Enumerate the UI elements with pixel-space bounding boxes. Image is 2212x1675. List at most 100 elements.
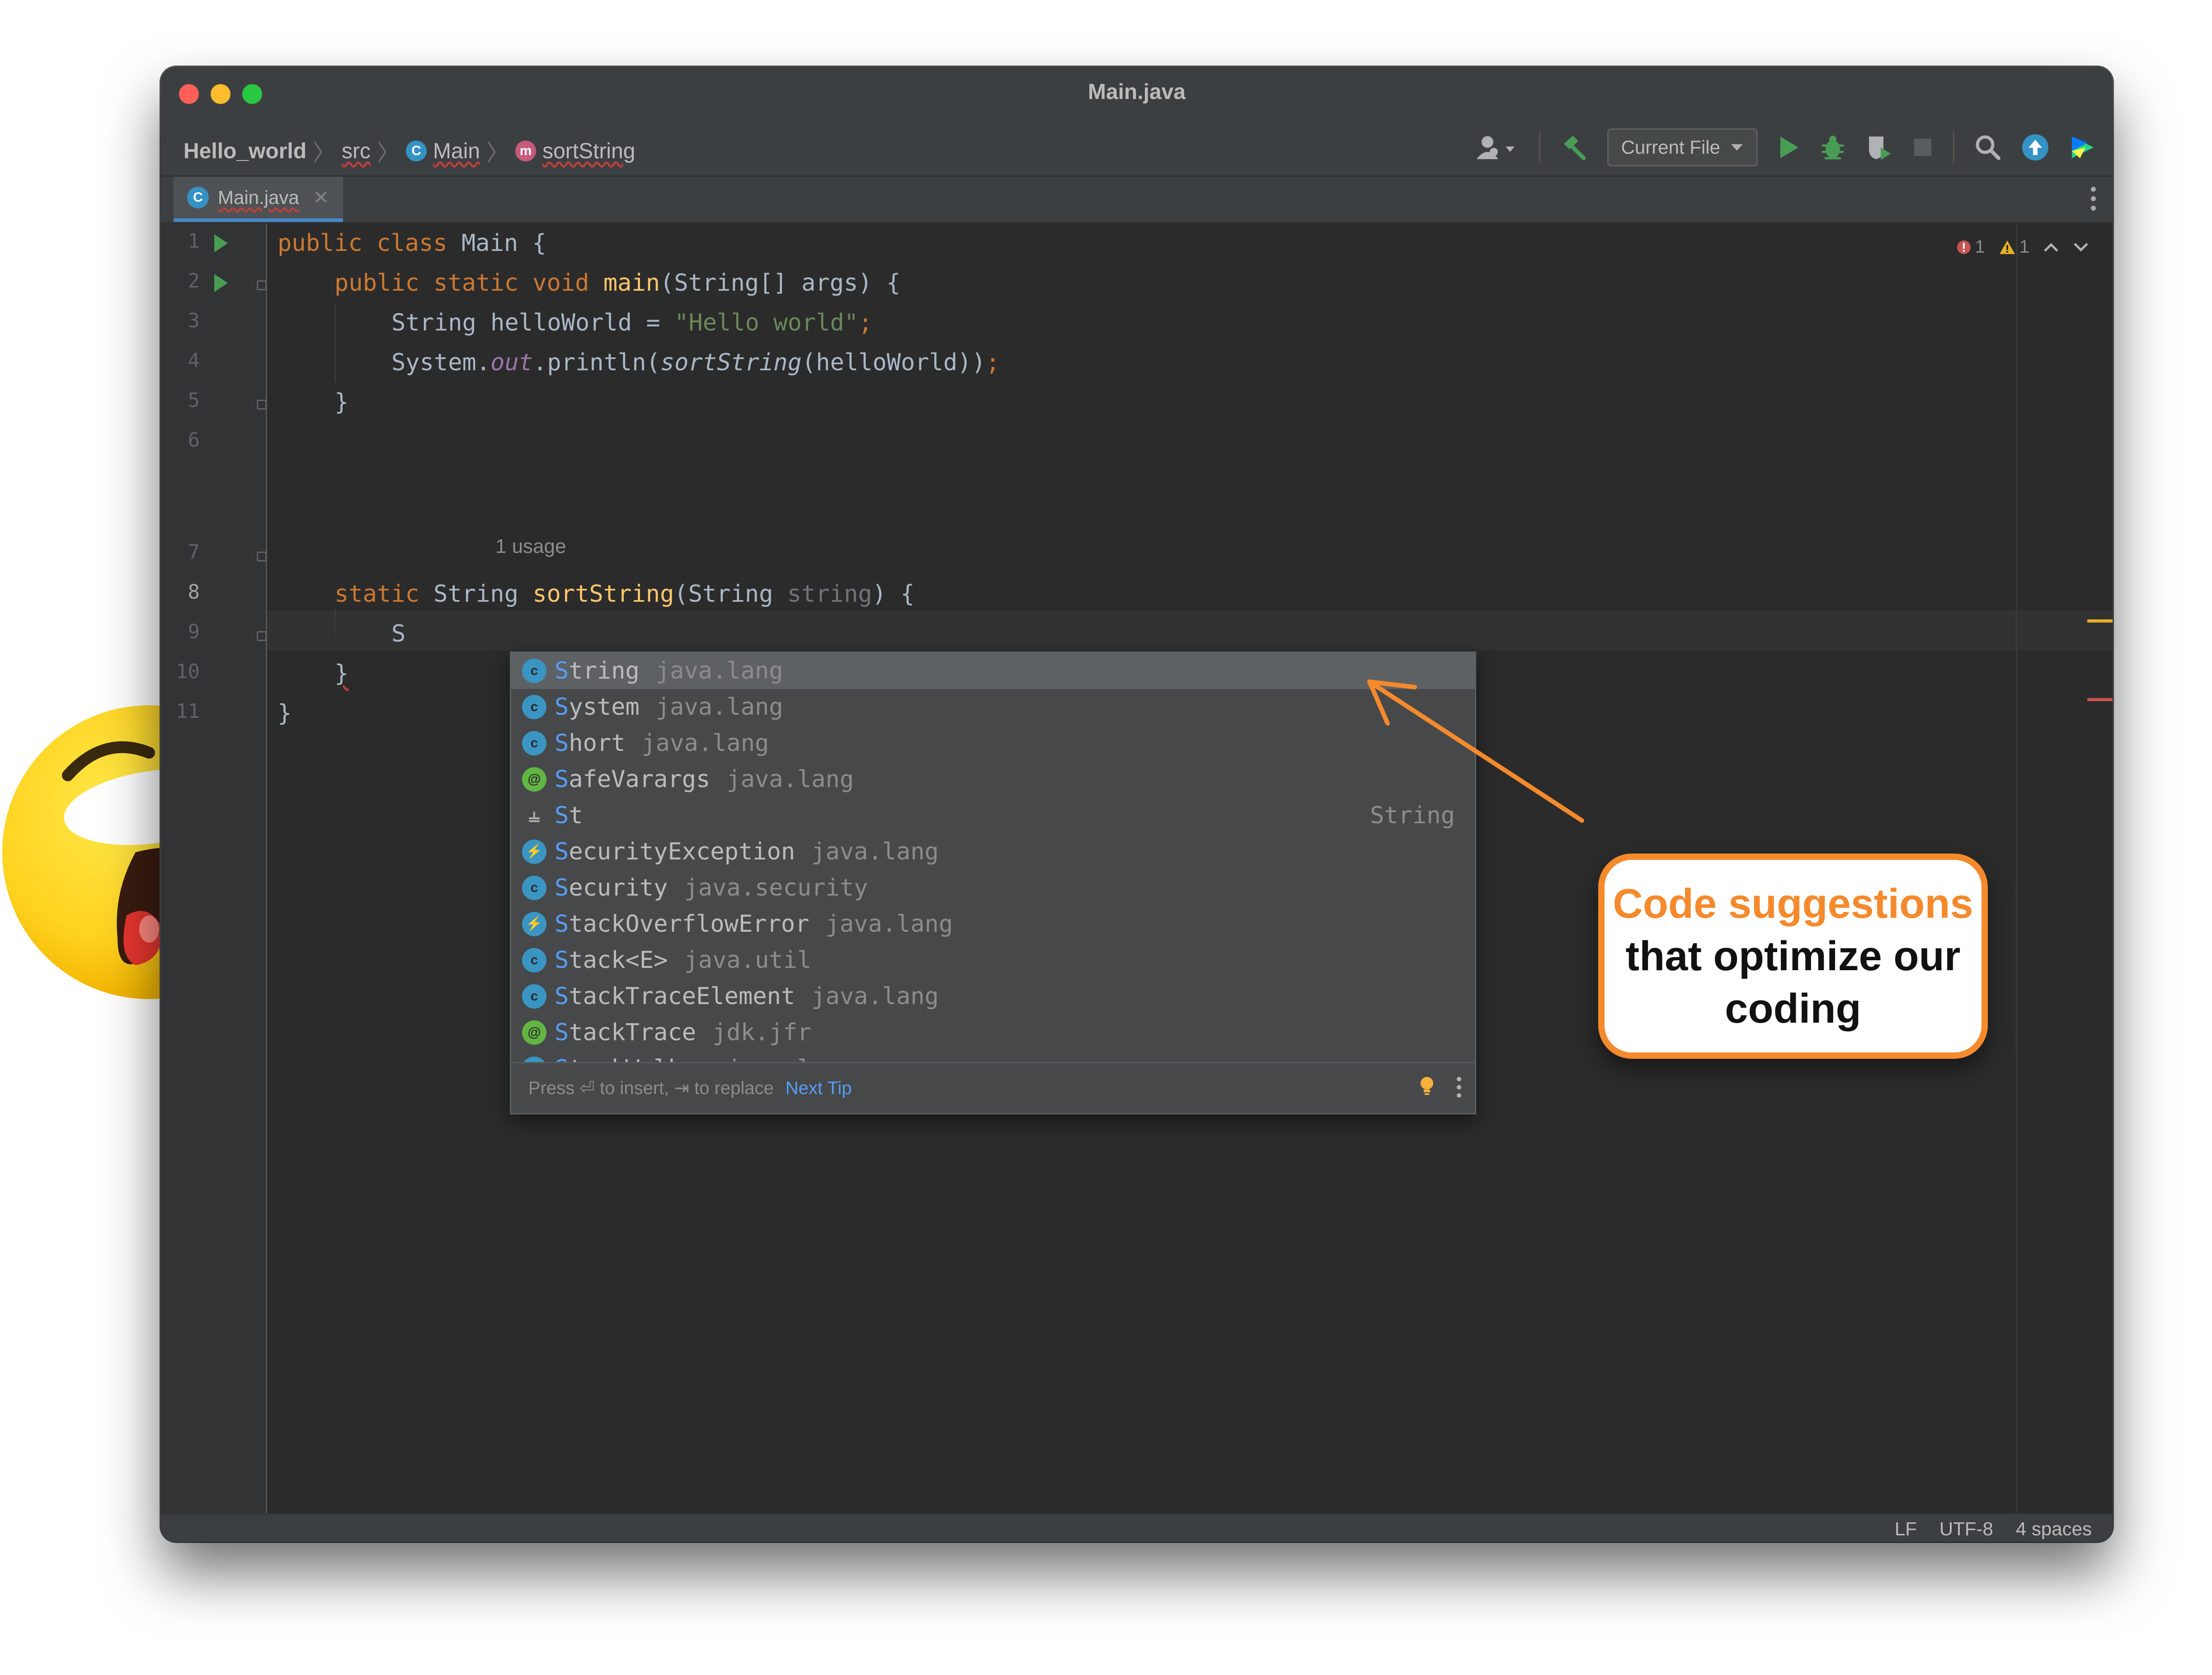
fold-marker-icon[interactable] bbox=[257, 552, 267, 561]
line-number-gutter[interactable]: 1 2 3 4 5 6 7 8 9 10 11 bbox=[161, 223, 267, 1514]
account-icon[interactable] bbox=[1476, 134, 1519, 161]
encoding-widget[interactable]: UTF-8 bbox=[1939, 1518, 1993, 1540]
line-number: 11 bbox=[176, 700, 200, 723]
completion-item-system[interactable]: c System java.lang bbox=[511, 689, 1475, 725]
breadcrumb-src[interactable]: src bbox=[342, 139, 371, 164]
fold-marker-icon[interactable] bbox=[257, 400, 267, 410]
fold-marker-icon[interactable] bbox=[257, 631, 267, 641]
usage-inlay-hint[interactable]: 1 usage bbox=[495, 535, 566, 558]
coverage-icon[interactable] bbox=[1865, 134, 1892, 161]
completion-item-stacktraceelement[interactable]: c StackTraceElement java.lang bbox=[511, 978, 1475, 1014]
breadcrumb: Hello_world 〉 src 〉 C Main 〉 m sortStrin… bbox=[184, 135, 635, 167]
completion-hint-text: Press ⏎ to insert, ⇥ to replace bbox=[528, 1078, 774, 1098]
tab-main-java[interactable]: C Main.java ✕ bbox=[174, 177, 343, 222]
line-number: 8 bbox=[188, 580, 200, 604]
completion-item-safevarargs[interactable]: @ SafeVarargs java.lang bbox=[511, 761, 1475, 797]
annotation-icon: @ bbox=[522, 767, 546, 792]
code-line-8: S bbox=[391, 620, 406, 647]
code-line-7: static String sortString(String string) … bbox=[334, 580, 915, 608]
callout-text-line-2: that optimize our bbox=[1625, 933, 1961, 979]
line-number: 9 bbox=[188, 620, 200, 643]
main-toolbar: Current File bbox=[1476, 128, 2096, 166]
class-icon: c bbox=[522, 659, 546, 683]
line-number: 7 bbox=[188, 541, 200, 564]
line-number: 1 bbox=[188, 230, 200, 253]
line-number: 5 bbox=[188, 389, 200, 412]
code-line-3: String helloWorld = "Hello world"; bbox=[391, 309, 873, 336]
callout-highlight-text: Code suggestions bbox=[1613, 881, 1973, 927]
previous-highlight-icon[interactable] bbox=[2043, 242, 2059, 253]
inspection-widget[interactable]: 1 1 bbox=[1956, 237, 2090, 257]
right-margin-guide bbox=[2016, 223, 2017, 1514]
line-number: 2 bbox=[188, 269, 200, 293]
annotation-callout: Code suggestions that optimize our codin… bbox=[1598, 854, 1988, 1059]
indent-widget[interactable]: 4 spaces bbox=[2016, 1518, 2092, 1540]
breadcrumb-separator: 〉 bbox=[377, 140, 400, 165]
navigation-bar: Hello_world 〉 src 〉 C Main 〉 m sortStrin… bbox=[161, 118, 2113, 177]
error-stripe-marker[interactable] bbox=[2087, 698, 2113, 701]
method-icon: m bbox=[515, 141, 537, 161]
completion-item-short[interactable]: c Short java.lang bbox=[511, 725, 1475, 761]
line-number: 10 bbox=[176, 660, 200, 683]
toolbar-divider bbox=[1539, 132, 1540, 163]
code-line-2: public static void main(String[] args) { bbox=[334, 269, 901, 297]
code-line-5: } bbox=[334, 389, 349, 416]
update-icon[interactable] bbox=[2021, 133, 2049, 161]
completion-menu-icon[interactable] bbox=[1457, 1077, 1461, 1098]
run-gutter-icon[interactable] bbox=[214, 274, 228, 292]
chevron-down-icon bbox=[1731, 144, 1743, 151]
completion-item-stack[interactable]: c Stack<E> java.util bbox=[511, 942, 1475, 978]
ide-logo-icon[interactable] bbox=[2069, 134, 2096, 161]
class-icon: C bbox=[187, 187, 209, 208]
run-icon[interactable] bbox=[1778, 135, 1800, 160]
more-options-icon[interactable] bbox=[2091, 187, 2096, 211]
stop-icon[interactable] bbox=[1912, 137, 1933, 158]
template-icon: ⫨ bbox=[528, 804, 540, 826]
line-number: 3 bbox=[188, 309, 200, 332]
completion-item-security[interactable]: c Security java.security bbox=[511, 870, 1475, 906]
completion-item-st-template[interactable]: ⫨ St String bbox=[511, 797, 1475, 834]
completion-item-stacktrace[interactable]: @ StackTrace jdk.jfr bbox=[511, 1014, 1475, 1051]
error-count[interactable]: 1 bbox=[1956, 237, 1985, 257]
completion-item-string[interactable]: c String java.lang bbox=[511, 653, 1475, 689]
lightbulb-icon[interactable] bbox=[1419, 1076, 1435, 1096]
debug-icon[interactable] bbox=[1820, 134, 1845, 161]
completion-list[interactable]: c String java.lang c System java.lang c Sh… bbox=[511, 653, 1475, 1062]
breadcrumb-method[interactable]: m sortString bbox=[515, 139, 635, 164]
status-bar: LF UTF-8 4 spaces bbox=[161, 1513, 2113, 1542]
code-line-10: } bbox=[278, 700, 292, 727]
warning-stripe-marker[interactable] bbox=[2087, 619, 2113, 623]
run-gutter-icon[interactable] bbox=[214, 234, 228, 252]
callout-text-line-3: coding bbox=[1725, 986, 1861, 1032]
search-icon[interactable] bbox=[1974, 134, 2001, 161]
breadcrumb-separator: 〉 bbox=[486, 140, 509, 165]
completion-footer: Press ⏎ to insert, ⇥ to replace Next Tip bbox=[511, 1062, 1475, 1113]
next-tip-link[interactable]: Next Tip bbox=[786, 1078, 852, 1099]
completion-item-stackoverflowerror[interactable]: ⚡ StackOverflowError java.lang bbox=[511, 906, 1475, 942]
run-configuration-select[interactable]: Current File bbox=[1607, 128, 1758, 166]
fold-marker-icon[interactable] bbox=[257, 280, 267, 290]
class-icon: c bbox=[522, 948, 546, 972]
code-text[interactable]: public class Main { public static void m… bbox=[278, 223, 1000, 727]
class-icon: c bbox=[522, 695, 546, 719]
warning-count[interactable]: 1 bbox=[1999, 237, 2029, 257]
class-icon: c bbox=[522, 876, 546, 900]
breadcrumb-main[interactable]: C Main bbox=[406, 139, 480, 164]
next-highlight-icon[interactable] bbox=[2073, 242, 2089, 253]
error-icon bbox=[1957, 240, 1971, 254]
completion-item-stackwalker[interactable]: c StackWalkerjava.lang bbox=[511, 1051, 1475, 1062]
build-hammer-icon[interactable] bbox=[1560, 134, 1587, 161]
line-number: 4 bbox=[188, 349, 200, 372]
window-title: Main.java bbox=[1087, 80, 1186, 104]
exception-icon: ⚡ bbox=[522, 912, 546, 936]
breadcrumb-project[interactable]: Hello_world bbox=[184, 139, 306, 164]
close-tab-icon[interactable]: ✕ bbox=[313, 186, 329, 209]
code-line-1: public class Main { bbox=[278, 230, 546, 257]
code-completion-popup[interactable]: c String java.lang c System java.lang c Sh… bbox=[510, 651, 1476, 1114]
annotation-arrow-icon bbox=[1367, 679, 1584, 823]
completion-item-securityexception[interactable]: ⚡ SecurityException java.lang bbox=[511, 834, 1475, 870]
current-line-highlight bbox=[267, 610, 2113, 650]
title-bar: Main.java bbox=[161, 67, 2113, 118]
line-separator-widget[interactable]: LF bbox=[1895, 1518, 1917, 1540]
warning-icon bbox=[1999, 240, 2015, 254]
